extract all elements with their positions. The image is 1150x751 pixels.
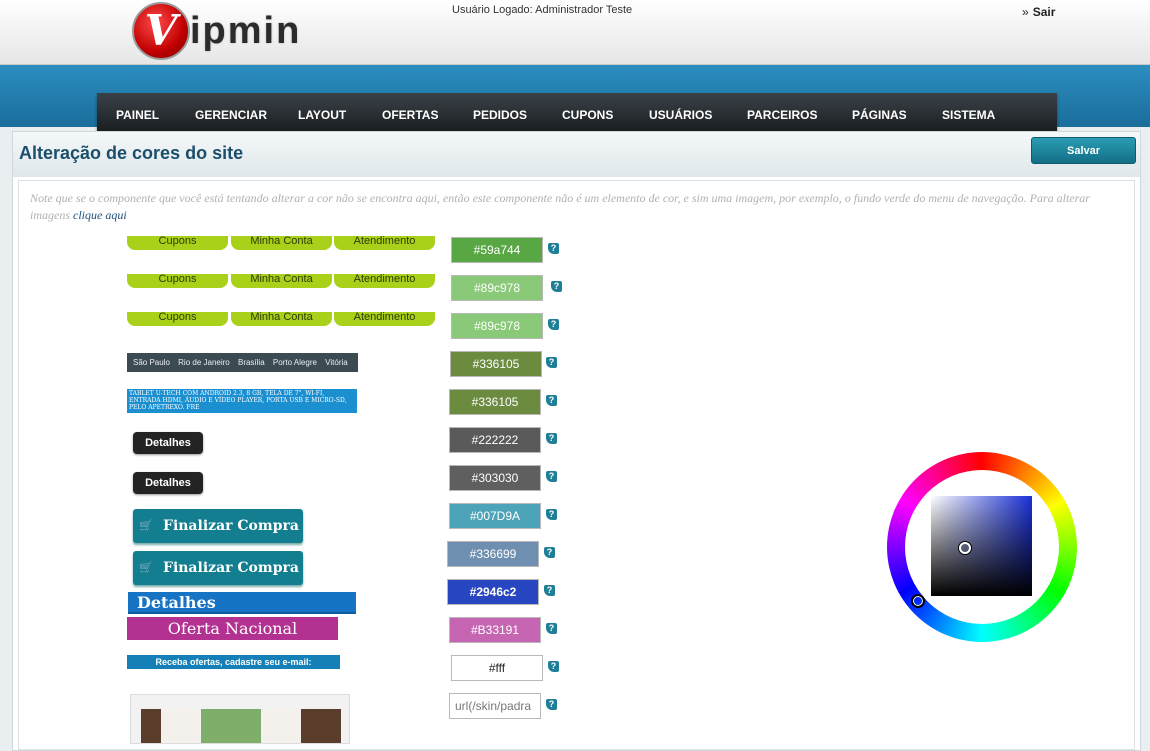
color-input[interactable]: #336105 [450, 351, 542, 377]
help-icon[interactable]: ? [546, 623, 557, 634]
city-item: Porto Alegre [272, 358, 317, 367]
change-images-link[interactable]: clique aqui [73, 208, 127, 222]
cart-icon: 🛒 [139, 519, 153, 532]
details-button-preview: Detalhes [133, 472, 203, 494]
checkout-label: Finalizar Compra [163, 560, 299, 576]
city-item: Brasília [237, 358, 265, 367]
saturation-marker[interactable] [959, 542, 971, 554]
checkout-button-preview: 🛒 Finalizar Compra [133, 551, 303, 585]
vipmin-logo[interactable]: V ipmin [132, 2, 332, 62]
newsletter-bar-preview: Receba ofertas, cadastre seu e-mail: [127, 655, 340, 669]
menu-tab-atendimento: Atendimento [334, 236, 435, 250]
checkout-button-preview: 🛒 Finalizar Compra [133, 509, 303, 543]
image-url-input[interactable]: url(/skin/padra [449, 693, 541, 719]
color-input[interactable]: #fff [451, 655, 543, 681]
chevron-right-icon: » [1022, 5, 1029, 19]
city-item: Vitória [325, 358, 348, 367]
help-note: Note que se o componente que você está t… [30, 190, 1125, 224]
help-icon[interactable]: ? [548, 661, 559, 672]
menu-tab-atendimento: Atendimento [334, 274, 435, 288]
logout-label: Sair [1032, 5, 1056, 19]
color-input[interactable]: #2946c2 [447, 579, 539, 605]
menu-preview: Cupons Minha Conta Atendimento [127, 274, 435, 288]
background-image-preview [130, 694, 350, 744]
menu-tab-atendimento: Atendimento [334, 312, 435, 326]
cart-icon: 🛒 [139, 561, 153, 574]
city-bar-preview: São Paulo Rio de Janeiro Brasília Porto … [127, 353, 358, 372]
hue-marker[interactable] [911, 594, 925, 608]
help-icon[interactable]: ? [546, 509, 557, 520]
help-icon[interactable]: ? [546, 357, 557, 368]
city-item: São Paulo [133, 358, 170, 367]
offer-title-preview: TABLET U-TECH COM ANDROID 2.3, 8 GB, TEL… [127, 389, 357, 413]
help-icon[interactable]: ? [546, 699, 557, 710]
city-item: Rio de Janeiro [178, 358, 230, 367]
help-icon[interactable]: ? [546, 471, 557, 482]
menu-tab-minha-conta: Minha Conta [231, 236, 332, 250]
help-icon[interactable]: ? [544, 547, 555, 558]
menu-tab-cupons: Cupons [127, 274, 228, 288]
color-input[interactable]: #303030 [449, 465, 541, 491]
color-input[interactable]: #89c978 [451, 275, 543, 301]
help-icon[interactable]: ? [544, 585, 555, 596]
logout-link[interactable]: » Sair [1022, 5, 1055, 19]
color-input[interactable]: #007D9A [449, 503, 541, 529]
help-icon[interactable]: ? [548, 243, 559, 254]
details-banner-preview: Detalhes [128, 592, 356, 614]
logo-wordmark: ipmin [190, 10, 302, 52]
national-offer-preview: Oferta Nacional [127, 617, 338, 640]
menu-preview: Cupons Minha Conta Atendimento [127, 312, 435, 326]
color-input[interactable]: #59a744 [451, 237, 543, 263]
menu-tab-cupons: Cupons [127, 312, 228, 326]
color-input[interactable]: #336105 [449, 389, 541, 415]
help-icon[interactable]: ? [546, 395, 557, 406]
help-icon[interactable]: ? [548, 319, 559, 330]
room-image [141, 709, 341, 743]
page-title: Alteração de cores do site [19, 143, 244, 163]
help-note-text: Note que se o componente que você está t… [30, 191, 1090, 222]
logo-letter-v: V [144, 6, 178, 55]
menu-tab-minha-conta: Minha Conta [231, 312, 332, 326]
menu-preview: Cupons Minha Conta Atendimento [127, 236, 435, 250]
save-button[interactable]: Salvar [1031, 137, 1136, 164]
logged-user-info: Usuário Logado: Administrador Teste [452, 4, 633, 16]
color-input[interactable]: #89c978 [451, 313, 543, 339]
saturation-value-square[interactable] [931, 496, 1032, 596]
help-icon[interactable]: ? [546, 433, 557, 444]
color-input[interactable]: #222222 [449, 427, 541, 453]
help-icon[interactable]: ? [551, 281, 562, 292]
details-button-preview: Detalhes [133, 432, 203, 454]
color-input[interactable]: #336699 [447, 541, 539, 567]
checkout-label: Finalizar Compra [163, 518, 299, 534]
menu-tab-cupons: Cupons [127, 236, 228, 250]
color-input[interactable]: #B33191 [449, 617, 541, 643]
menu-tab-minha-conta: Minha Conta [231, 274, 332, 288]
